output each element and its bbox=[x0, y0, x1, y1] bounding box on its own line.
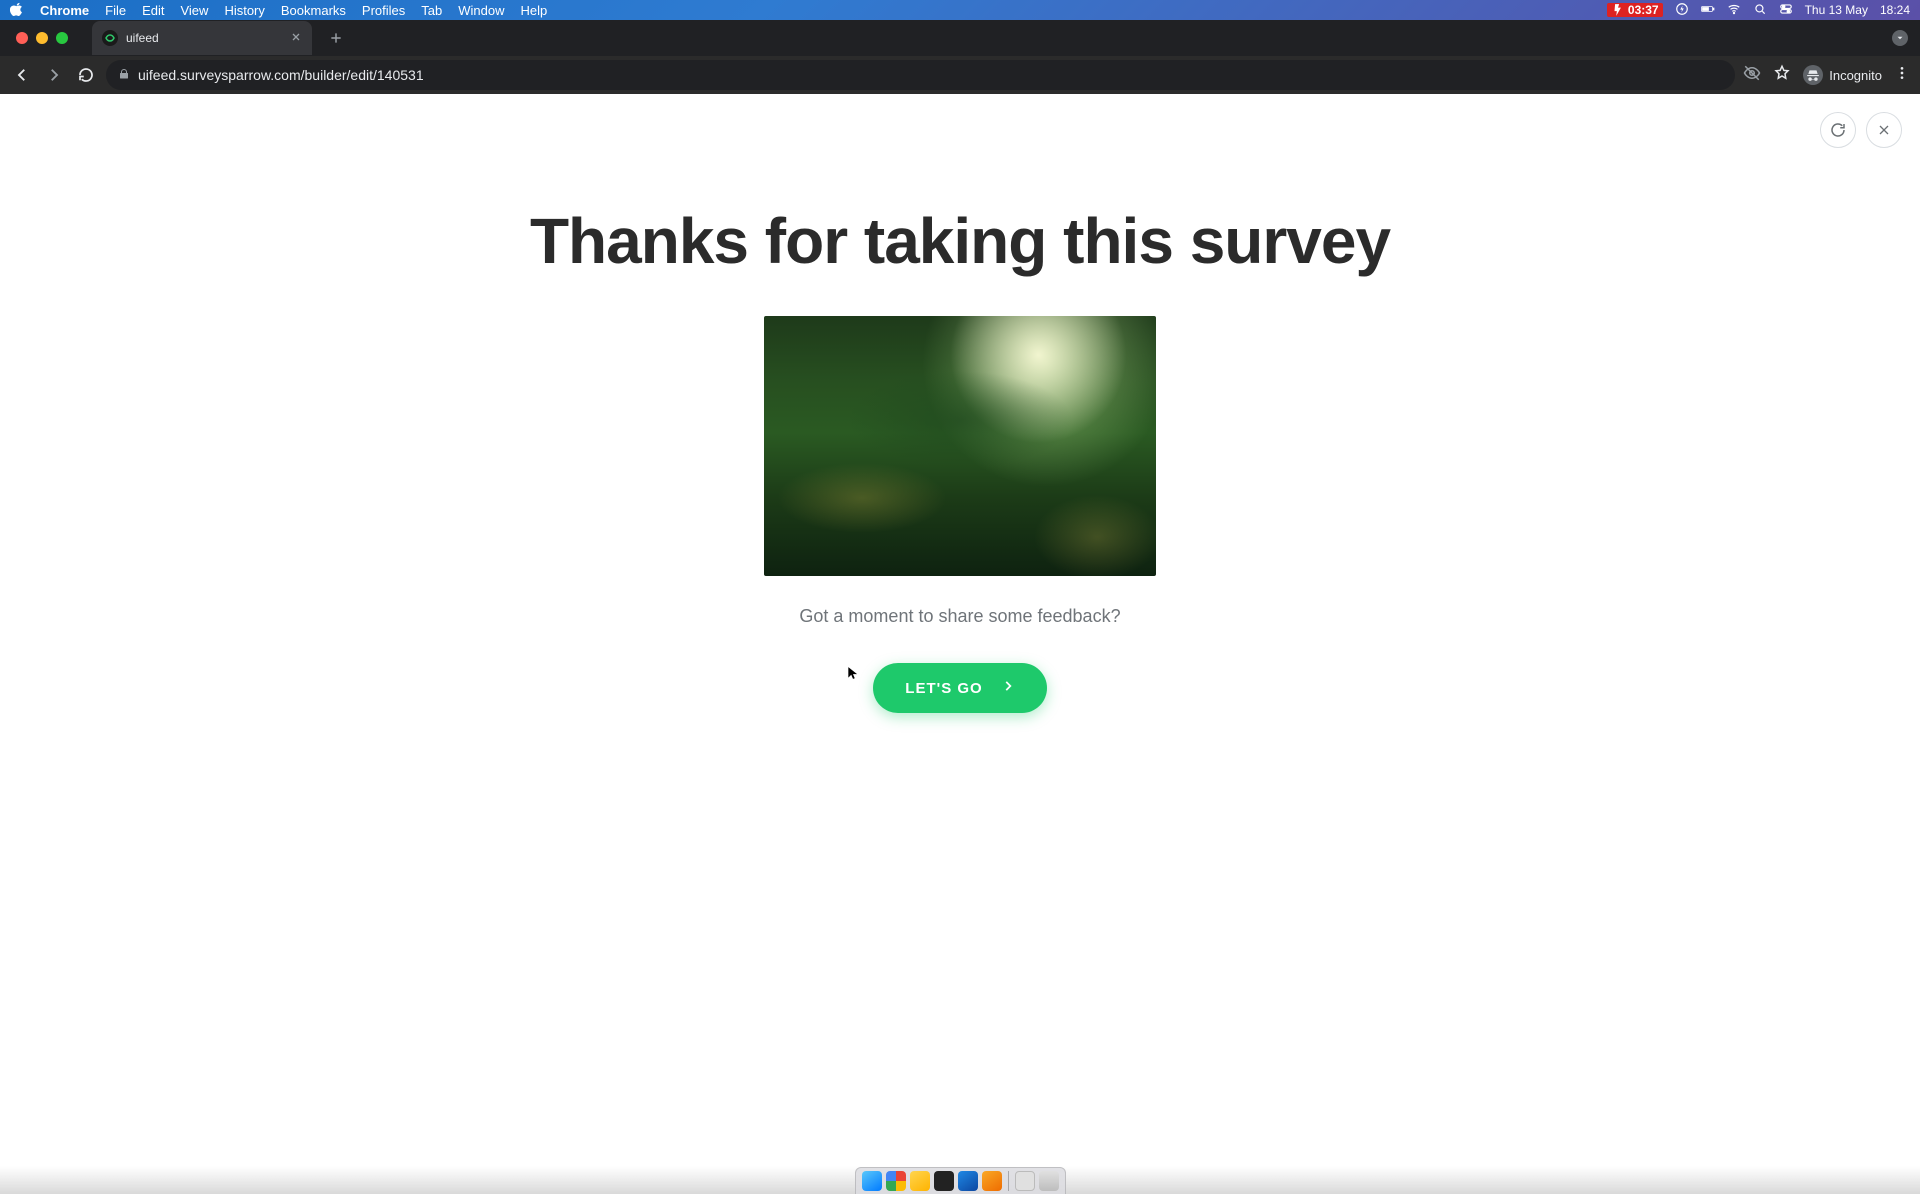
bookmark-star-icon[interactable] bbox=[1773, 64, 1791, 87]
tab-favicon bbox=[102, 30, 118, 46]
dock-app-chrome[interactable] bbox=[886, 1171, 906, 1191]
lets-go-button[interactable]: LET'S GO bbox=[873, 663, 1046, 713]
window-minimize-button[interactable] bbox=[36, 32, 48, 44]
window-close-button[interactable] bbox=[16, 32, 28, 44]
dock-tray bbox=[855, 1167, 1066, 1194]
menu-view[interactable]: View bbox=[180, 3, 208, 18]
dock-app-1password[interactable] bbox=[958, 1171, 978, 1191]
nav-forward-button[interactable] bbox=[42, 63, 66, 87]
address-bar[interactable]: uifeed.surveysparrow.com/builder/edit/14… bbox=[106, 60, 1735, 90]
menu-profiles[interactable]: Profiles bbox=[362, 3, 405, 18]
wifi-icon[interactable] bbox=[1727, 2, 1741, 19]
menubar-time[interactable]: 18:24 bbox=[1880, 3, 1910, 17]
url-text: uifeed.surveysparrow.com/builder/edit/14… bbox=[138, 67, 424, 83]
page-content: Thanks for taking this survey Got a mome… bbox=[0, 94, 1920, 1166]
tracking-icon[interactable] bbox=[1743, 64, 1761, 87]
survey-subtext: Got a moment to share some feedback? bbox=[799, 606, 1120, 627]
battery-time: 03:37 bbox=[1628, 3, 1659, 17]
dock-app-terminal[interactable] bbox=[934, 1171, 954, 1191]
dock-app-notes[interactable] bbox=[910, 1171, 930, 1191]
cta-label: LET'S GO bbox=[905, 680, 982, 697]
survey-hero-image bbox=[764, 316, 1156, 576]
chrome-tabstrip: uifeed bbox=[0, 20, 1920, 56]
incognito-label: Incognito bbox=[1829, 68, 1882, 83]
survey-heading: Thanks for taking this survey bbox=[530, 204, 1390, 278]
incognito-icon bbox=[1803, 65, 1823, 85]
menu-edit[interactable]: Edit bbox=[142, 3, 164, 18]
menu-bookmarks[interactable]: Bookmarks bbox=[281, 3, 346, 18]
menu-tab[interactable]: Tab bbox=[421, 3, 442, 18]
dock-app-finder[interactable] bbox=[862, 1171, 882, 1191]
menu-help[interactable]: Help bbox=[521, 3, 548, 18]
survey-welcome-screen: Thanks for taking this survey Got a mome… bbox=[0, 94, 1920, 1166]
mouse-cursor bbox=[846, 666, 860, 680]
dock-app-generic-1[interactable] bbox=[982, 1171, 1002, 1191]
tab-close-button[interactable] bbox=[290, 31, 302, 46]
tabstrip-overflow[interactable] bbox=[1892, 30, 1908, 46]
menu-window[interactable]: Window bbox=[458, 3, 504, 18]
new-tab-button[interactable] bbox=[322, 24, 350, 52]
menu-history[interactable]: History bbox=[224, 3, 264, 18]
spotlight-icon[interactable] bbox=[1753, 2, 1767, 19]
menubar-app-name[interactable]: Chrome bbox=[40, 3, 89, 18]
tab-title: uifeed bbox=[126, 31, 159, 45]
menubar-date[interactable]: Thu 13 May bbox=[1805, 3, 1868, 17]
bolt-icon[interactable] bbox=[1675, 2, 1689, 19]
menubar-right: 03:37 Thu 13 May 18:24 bbox=[1607, 2, 1910, 19]
browser-tab[interactable]: uifeed bbox=[92, 21, 312, 55]
chrome-menu-button[interactable] bbox=[1894, 65, 1910, 86]
menu-file[interactable]: File bbox=[105, 3, 126, 18]
window-controls bbox=[8, 32, 76, 44]
battery-icon[interactable] bbox=[1701, 2, 1715, 19]
lock-icon bbox=[118, 67, 130, 83]
control-center-icon[interactable] bbox=[1779, 2, 1793, 19]
dock-trash[interactable] bbox=[1039, 1171, 1059, 1191]
toolbar-right: Incognito bbox=[1743, 64, 1910, 87]
dock-separator bbox=[1008, 1171, 1009, 1191]
nav-reload-button[interactable] bbox=[74, 63, 98, 87]
chrome-window-frame: uifeed uifeed.surveysparrow.co bbox=[0, 20, 1920, 94]
chrome-toolbar: uifeed.surveysparrow.com/builder/edit/14… bbox=[0, 56, 1920, 94]
dock-app-textedit[interactable] bbox=[1015, 1171, 1035, 1191]
apple-menu[interactable] bbox=[10, 2, 24, 19]
chevron-right-icon bbox=[1001, 679, 1015, 697]
window-fullscreen-button[interactable] bbox=[56, 32, 68, 44]
battery-indicator[interactable]: 03:37 bbox=[1607, 3, 1663, 17]
macos-dock bbox=[0, 1166, 1920, 1194]
incognito-indicator[interactable]: Incognito bbox=[1803, 65, 1882, 85]
macos-menubar: Chrome File Edit View History Bookmarks … bbox=[0, 0, 1920, 20]
nav-back-button[interactable] bbox=[10, 63, 34, 87]
menubar-left: Chrome File Edit View History Bookmarks … bbox=[10, 2, 547, 19]
